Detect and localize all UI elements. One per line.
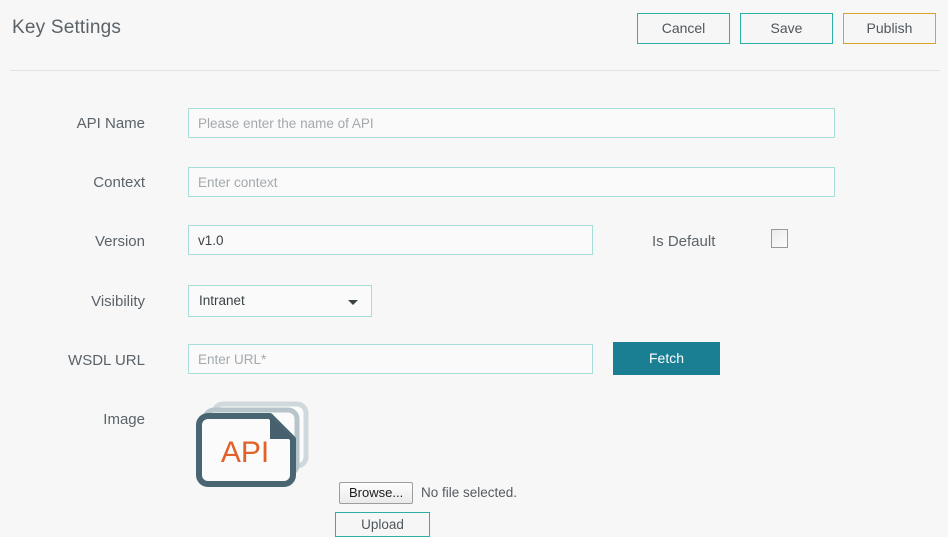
publish-button[interactable]: Publish xyxy=(843,13,936,44)
fetch-button[interactable]: Fetch xyxy=(613,342,720,375)
is-default-label: Is Default xyxy=(652,233,716,250)
cancel-button[interactable]: Cancel xyxy=(637,13,730,44)
header-divider xyxy=(10,70,940,71)
is-default-checkbox[interactable] xyxy=(771,229,788,248)
save-button[interactable]: Save xyxy=(740,13,833,44)
context-label: Context xyxy=(93,174,145,191)
api-image-icon: API xyxy=(192,401,310,487)
wsdl-url-input[interactable] xyxy=(188,344,593,374)
upload-button[interactable]: Upload xyxy=(335,512,430,537)
page-header: Key Settings Cancel Save Publish xyxy=(0,0,948,71)
api-name-input[interactable] xyxy=(188,108,835,138)
context-input[interactable] xyxy=(188,167,835,197)
header-action-buttons: Cancel Save Publish xyxy=(637,13,936,44)
chevron-down-icon xyxy=(348,300,358,305)
image-label: Image xyxy=(103,411,145,428)
svg-text:API: API xyxy=(221,436,269,469)
browse-button[interactable]: Browse... xyxy=(339,482,414,504)
visibility-select[interactable]: Intranet xyxy=(188,285,372,317)
visibility-label: Visibility xyxy=(91,293,145,310)
wsdl-url-label: WSDL URL xyxy=(68,352,145,369)
page-title: Key Settings xyxy=(12,17,122,38)
visibility-selected-value: Intranet xyxy=(199,293,245,308)
file-status-text: No file selected. xyxy=(421,485,518,500)
api-name-label: API Name xyxy=(76,115,145,132)
version-label: Version xyxy=(94,233,145,250)
version-input[interactable] xyxy=(188,225,593,255)
